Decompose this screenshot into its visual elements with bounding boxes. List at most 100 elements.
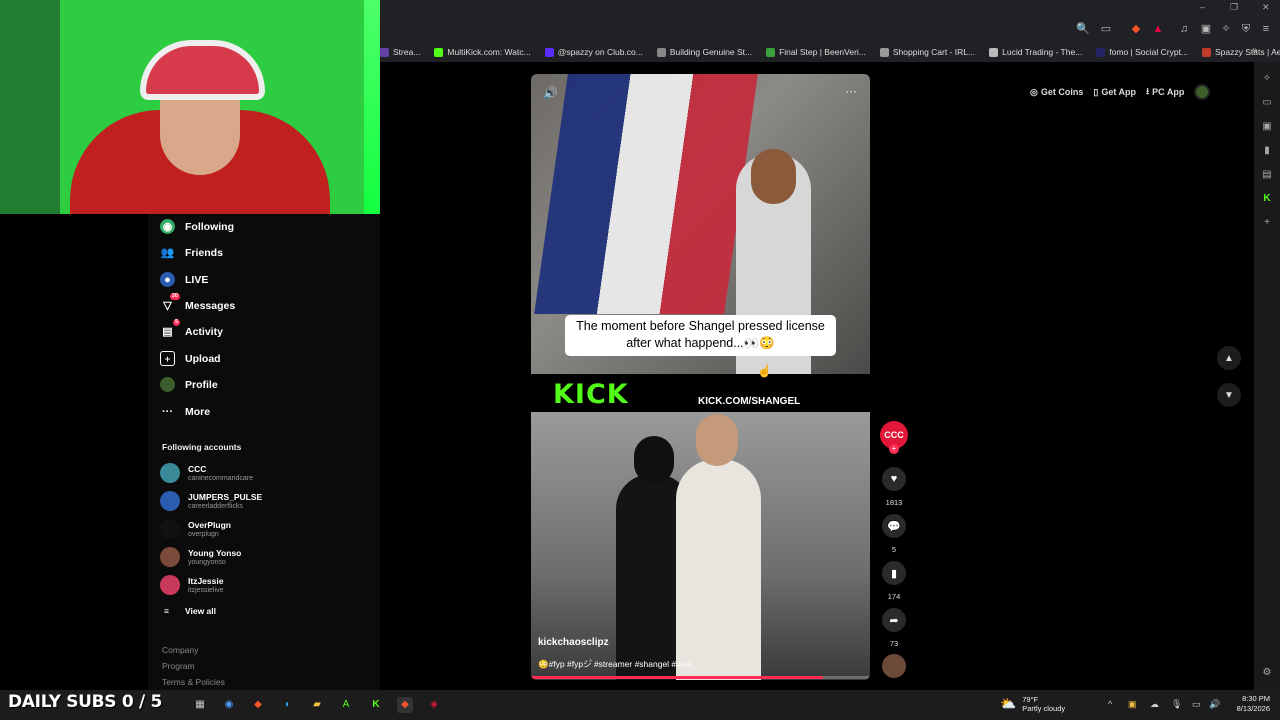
sound-avatar[interactable] [882,654,906,678]
sidebar-item-more[interactable]: ··· More [160,404,210,419]
comment-button[interactable]: 💬 [882,514,906,538]
minimize-icon[interactable]: – [1200,2,1205,12]
next-video-button[interactable]: ▼ [1217,383,1241,407]
footer-link-terms[interactable]: Terms & Policies [162,677,225,687]
chevron-up-icon[interactable]: ^ [1108,699,1112,709]
app-icon[interactable]: ◉ [221,697,237,713]
volume-icon[interactable]: 🔊 [543,86,558,100]
sidebar-item-friends[interactable]: 👥 Friends [160,245,223,260]
brave-shield-icon[interactable]: ◆ [1128,21,1144,37]
webcam-overlay [0,0,380,214]
like-button[interactable]: ♥ [882,467,906,491]
bookmark-item[interactable]: Lucid Trading - The... [989,47,1082,57]
avatar [160,491,180,511]
sidebar-item-activity[interactable]: ▤ 5 Activity [160,319,223,339]
brave-icon[interactable]: ◆ [250,697,266,713]
bookmark-icon [1096,47,1106,57]
wallet-icon[interactable]: ▣ [1260,120,1274,134]
partly-cloudy-icon: ⛅ [1000,696,1017,711]
sidebar-item-following[interactable]: ◉ Following [160,219,234,234]
phone-icon: ▯ [1093,86,1099,97]
weather-widget[interactable]: ⛅ 79°F Partly cloudy [1000,695,1065,713]
sidebar-item-live[interactable]: ● LIVE [160,272,208,287]
bookmark-item[interactable]: @spazzy on Club.co... [544,47,643,57]
media-icon[interactable]: ♫ [1176,21,1192,37]
wallet-icon[interactable]: ▣ [1198,21,1214,37]
bookmark-item[interactable]: Strea... [380,47,420,57]
comment-icon: 💬 [887,520,901,533]
following-account[interactable]: Young Yonso youngyonso [160,547,241,567]
leo-icon[interactable]: ✧ [1218,21,1234,37]
task-view-icon[interactable]: ▦ [192,697,208,713]
more-options-icon[interactable]: ··· [845,84,857,98]
network-icon[interactable]: ▭ [1192,699,1201,710]
get-app-button[interactable]: ▯ Get App [1093,87,1136,98]
video-description: 😳#fyp #fypシ゚ #streamer #shangel #viral [538,659,692,669]
brave-rewards-icon[interactable]: ▲ [1150,21,1166,37]
following-account[interactable]: ItzJessie itzjessielive [160,575,223,595]
leo-icon[interactable]: ✧ [1260,72,1274,86]
follow-plus-icon[interactable]: + [889,444,899,454]
kick-icon[interactable]: K [368,697,384,713]
reading-list-icon[interactable]: ▤ [1260,168,1274,182]
microphone-icon[interactable]: 🎙 [1171,699,1182,710]
tray-app-icon[interactable]: ▣ [1128,699,1137,710]
footer-link-company[interactable]: Company [162,645,198,655]
video-username[interactable]: kickchaosclipz [538,637,609,648]
save-button[interactable]: ▮ [882,561,906,585]
settings-icon[interactable]: ⚙ [1260,666,1274,680]
activity-icon: ▤ 5 [162,319,180,338]
close-window-icon[interactable]: ✕ [1262,2,1270,13]
more-icon: ··· [162,405,173,418]
following-account[interactable]: JUMPERS_PULSE careerladderflicks [160,491,262,511]
footer-link-program[interactable]: Program [162,661,195,671]
share-button[interactable]: ➦ [882,608,906,632]
bookmark-item[interactable]: Shopping Cart - IRL... [879,47,975,57]
bookmark-icon [544,47,554,57]
bookmark-item[interactable]: Final Step | BeenVeri... [766,47,866,57]
video-progress-bar[interactable] [531,676,870,679]
restore-icon[interactable]: ❐ [1230,2,1238,13]
bookmark-icon [879,47,889,57]
messages-icon: ▽ 20 [163,293,180,312]
onedrive-icon[interactable]: ☁ [1150,699,1159,710]
sidebar-item-profile[interactable]: Profile [160,377,218,392]
following-account[interactable]: CCC caninecommandcare [160,463,253,483]
bookmark-item[interactable]: Building Genuine St... [656,47,752,57]
share-count: 73 [889,639,899,648]
file-explorer-icon[interactable]: ▰ [309,697,325,713]
zoom-icon[interactable]: 🔍 [1075,21,1091,37]
brave-icon[interactable]: ◆ [397,697,413,713]
bookmarks-overflow-icon[interactable]: » [1252,45,1258,56]
bookmark-item[interactable]: Spazzy Stats | AeroK... [1202,47,1280,57]
previous-video-button[interactable]: ▲ [1217,346,1241,370]
app-icon[interactable]: A [338,697,354,713]
pc-app-button[interactable]: ⭳ PC App [1146,84,1184,100]
bookmark-item[interactable]: MultiKick.com: Watc... [434,47,531,57]
playlist-icon[interactable]: ▭ [1260,96,1274,110]
sidebar-item-messages[interactable]: ▽ 20 Messages [160,293,235,313]
volume-icon[interactable]: 🔊 [1209,699,1220,710]
vpn-icon[interactable]: ⛨ [1238,21,1254,37]
menu-icon[interactable]: ≡ [1258,21,1274,37]
get-coins-button[interactable]: ◎ Get Coins [1030,87,1083,98]
chevron-up-icon: ▲ [1224,352,1234,364]
kick-icon[interactable]: K [1260,192,1274,206]
bookmarks-icon[interactable]: ▮ [1260,144,1274,158]
app-icon[interactable]: ◈ [426,697,442,713]
bookmark-item[interactable]: fomo | Social Crypt... [1096,47,1188,57]
avatar [160,519,180,539]
cast-icon[interactable]: ▭ [1098,21,1114,37]
sidebar-item-upload[interactable]: + Upload [160,351,221,366]
following-account[interactable]: OverPlugn overplugn [160,519,231,539]
comment-count: 5 [891,545,897,554]
video-caption: The moment before Shangel pressed licens… [565,315,836,356]
edge-icon[interactable]: ◐ [280,697,296,713]
video-player[interactable]: 🔊 ··· The moment before Shangel pressed … [531,74,870,680]
add-panel-icon[interactable]: + [1260,216,1274,230]
avatar [160,463,180,483]
browser-side-panel: ✧ ▭ ▣ ▮ ▤ K + ⚙ [1254,62,1280,690]
view-all-link[interactable]: ≡ View all [164,606,216,616]
user-avatar[interactable] [1194,84,1211,100]
clock[interactable]: 8:30 PM 8/13/2026 [1226,694,1270,714]
